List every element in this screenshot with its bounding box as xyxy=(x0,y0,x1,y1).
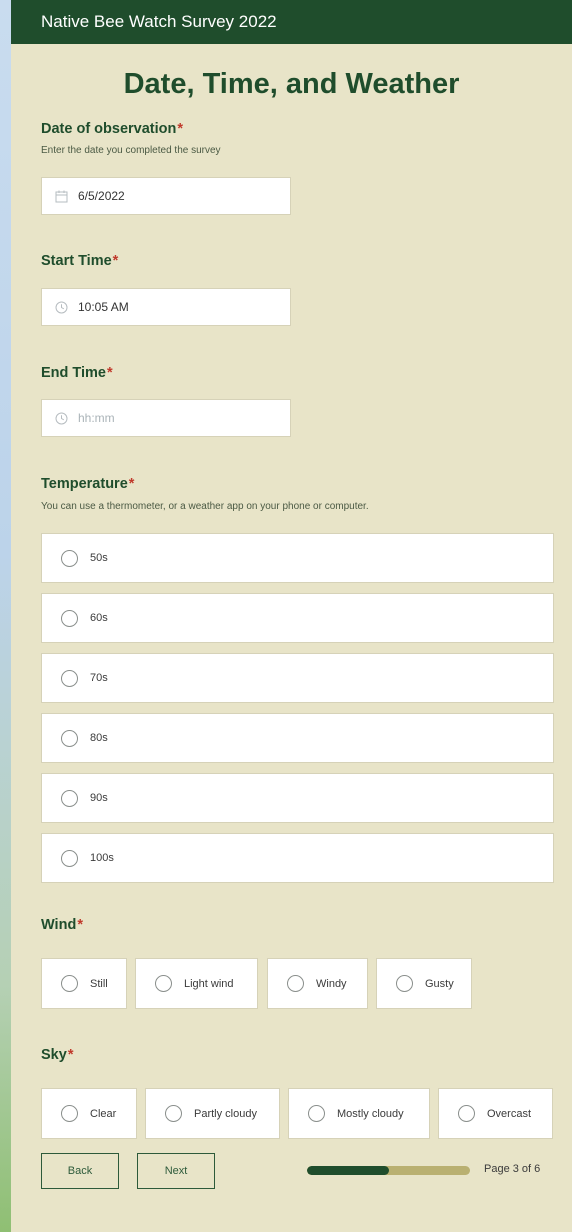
radio-button[interactable] xyxy=(61,1105,78,1122)
radio-button[interactable] xyxy=(155,975,172,992)
page-indicator: Page 3 of 6 xyxy=(484,1163,541,1175)
sky-option-clear[interactable]: Clear xyxy=(41,1088,137,1139)
option-label: 90s xyxy=(90,792,108,804)
back-button[interactable]: Back xyxy=(41,1153,119,1189)
temperature-label: Temperature* xyxy=(41,476,135,492)
option-label: 100s xyxy=(90,852,114,864)
option-label: 80s xyxy=(90,732,108,744)
option-label: Light wind xyxy=(184,977,234,990)
required-marker: * xyxy=(77,917,83,933)
survey-form: Native Bee Watch Survey 2022 Date, Time,… xyxy=(11,0,572,1232)
survey-title: Native Bee Watch Survey 2022 xyxy=(41,12,277,31)
radio-button[interactable] xyxy=(308,1105,325,1122)
wind-option-windy[interactable]: Windy xyxy=(267,958,368,1009)
radio-button[interactable] xyxy=(458,1105,475,1122)
date-input[interactable]: 6/5/2022 xyxy=(41,177,291,215)
radio-button[interactable] xyxy=(61,549,78,567)
temperature-hint: You can use a thermometer, or a weather … xyxy=(41,501,369,512)
option-label: Windy xyxy=(316,977,347,990)
option-label: 70s xyxy=(90,672,108,684)
end-time-input[interactable]: hh:mm xyxy=(41,399,291,437)
radio-button[interactable] xyxy=(287,975,304,992)
radio-button[interactable] xyxy=(61,849,78,867)
temperature-option-70s[interactable]: 70s xyxy=(41,653,554,703)
temperature-option-60s[interactable]: 60s xyxy=(41,593,554,643)
progress-bar xyxy=(307,1166,470,1175)
wind-label: Wind* xyxy=(41,917,83,933)
radio-button[interactable] xyxy=(61,789,78,807)
temperature-option-90s[interactable]: 90s xyxy=(41,773,554,823)
calendar-icon xyxy=(54,189,68,203)
survey-header: Native Bee Watch Survey 2022 xyxy=(11,0,572,44)
clock-icon xyxy=(54,300,68,314)
radio-button[interactable] xyxy=(396,975,413,992)
required-marker: * xyxy=(67,1047,74,1063)
option-label: Still xyxy=(90,977,108,990)
temperature-option-80s[interactable]: 80s xyxy=(41,713,554,763)
option-label: Overcast xyxy=(487,1107,532,1120)
page-title: Date, Time, and Weather xyxy=(123,68,460,100)
end-time-placeholder: hh:mm xyxy=(78,411,115,425)
start-time-input[interactable]: 10:05 AM xyxy=(41,288,291,326)
option-label: 50s xyxy=(90,552,108,564)
required-marker: * xyxy=(177,121,184,137)
option-label: 60s xyxy=(90,612,108,624)
sky-option-partly-cloudy[interactable]: Partly cloudy xyxy=(145,1088,280,1139)
radio-button[interactable] xyxy=(61,729,78,747)
date-hint: Enter the date you completed the survey xyxy=(41,145,221,156)
start-time-value: 10:05 AM xyxy=(78,300,129,314)
wind-option-light-wind[interactable]: Light wind xyxy=(135,958,258,1009)
sky-option-mostly-cloudy[interactable]: Mostly cloudy xyxy=(288,1088,430,1139)
temperature-option-100s[interactable]: 100s xyxy=(41,833,554,883)
temperature-option-50s[interactable]: 50s xyxy=(41,533,554,583)
radio-button[interactable] xyxy=(61,669,78,687)
option-label: Mostly cloudy xyxy=(337,1107,404,1120)
sky-label: Sky* xyxy=(41,1047,74,1063)
date-label: Date of observation* xyxy=(41,121,184,137)
wind-option-still[interactable]: Still xyxy=(41,958,127,1009)
wind-option-gusty[interactable]: Gusty xyxy=(376,958,472,1009)
date-value: 6/5/2022 xyxy=(78,189,125,203)
clock-icon xyxy=(54,411,68,425)
option-label: Partly cloudy xyxy=(194,1107,257,1120)
option-label: Clear xyxy=(90,1107,117,1120)
next-button[interactable]: Next xyxy=(137,1153,215,1189)
progress-fill xyxy=(307,1166,389,1175)
sky-option-overcast[interactable]: Overcast xyxy=(438,1088,553,1139)
required-marker: * xyxy=(128,476,135,492)
radio-button[interactable] xyxy=(61,975,78,992)
radio-button[interactable] xyxy=(165,1105,182,1122)
required-marker: * xyxy=(107,365,113,381)
radio-button[interactable] xyxy=(61,609,78,627)
end-time-label: End Time* xyxy=(41,365,113,381)
start-time-label: Start Time* xyxy=(41,253,119,269)
required-marker: * xyxy=(112,253,119,269)
option-label: Gusty xyxy=(425,977,454,990)
